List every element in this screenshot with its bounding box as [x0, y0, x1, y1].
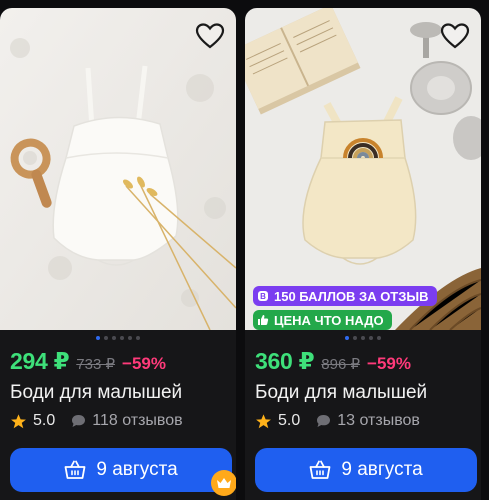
- pager-dot[interactable]: [369, 336, 373, 340]
- pager-dot[interactable]: [128, 336, 132, 340]
- image-pager-2: [245, 336, 481, 344]
- old-price: 733 ₽: [76, 356, 116, 373]
- points-badge: B 150 БАЛЛОВ ЗА ОТЗЫВ: [253, 286, 437, 306]
- pager-dot[interactable]: [136, 336, 140, 340]
- heart-outline-icon: [195, 23, 225, 49]
- reviews-count[interactable]: 13 отзывов: [316, 412, 420, 430]
- image-pager-1: [0, 336, 236, 344]
- price-row-1: 294 ₽ 733 ₽ −59%: [10, 348, 166, 375]
- add-to-cart-button-1[interactable]: 9 августа: [10, 448, 232, 492]
- rating-value: 5.0: [278, 412, 301, 429]
- current-price: 294 ₽: [10, 348, 70, 374]
- delivery-date: 9 августа: [341, 459, 423, 480]
- star-icon: [11, 413, 26, 428]
- rating-row-1: 5.0 118 отзывов: [10, 412, 183, 430]
- pager-dot[interactable]: [96, 336, 100, 340]
- product-image-2[interactable]: [245, 8, 481, 330]
- reviews-count[interactable]: 118 отзывов: [71, 412, 183, 430]
- price-row-2: 360 ₽ 896 ₽ −59%: [255, 348, 411, 375]
- heart-outline-icon: [440, 23, 470, 49]
- pager-dot[interactable]: [112, 336, 116, 340]
- points-icon: B: [258, 291, 268, 301]
- discount-label: −59%: [122, 354, 166, 373]
- basket-icon: [64, 460, 86, 479]
- favorite-button-1[interactable]: [194, 20, 226, 52]
- rating-row-2: 5.0 13 отзывов: [255, 412, 420, 430]
- product-card-2[interactable]: B 150 БАЛЛОВ ЗА ОТЗЫВ ЦЕНА ЧТО НАДО 360 …: [245, 8, 481, 500]
- discount-label: −59%: [367, 354, 411, 373]
- price-badge-label: ЦЕНА ЧТО НАДО: [274, 312, 384, 328]
- points-badge-label: 150 БАЛЛОВ ЗА ОТЗЫВ: [274, 288, 429, 304]
- svg-text:B: B: [260, 292, 266, 301]
- pager-dot[interactable]: [345, 336, 349, 340]
- pager-dot[interactable]: [104, 336, 108, 340]
- add-to-cart-button-2[interactable]: 9 августа: [255, 448, 477, 492]
- pager-dot[interactable]: [120, 336, 124, 340]
- price-badge: ЦЕНА ЧТО НАДО: [253, 310, 392, 330]
- star-icon: [256, 413, 271, 428]
- pager-dot[interactable]: [353, 336, 357, 340]
- current-price: 360 ₽: [255, 348, 315, 374]
- pager-dot[interactable]: [361, 336, 365, 340]
- pager-dot[interactable]: [377, 336, 381, 340]
- crown-icon: [217, 478, 231, 488]
- rating-value: 5.0: [33, 412, 56, 429]
- product-title-1[interactable]: Боди для малышей: [10, 382, 182, 404]
- premium-crown-badge: [211, 470, 236, 496]
- delivery-date: 9 августа: [96, 459, 178, 480]
- comment-icon: [72, 415, 86, 427]
- basket-icon: [309, 460, 331, 479]
- product-card-1[interactable]: 294 ₽ 733 ₽ −59% Боди для малышей 5.0 11…: [0, 8, 236, 500]
- product-image-1[interactable]: [0, 8, 236, 330]
- favorite-button-2[interactable]: [439, 20, 471, 52]
- old-price: 896 ₽: [321, 356, 361, 373]
- reviews-label: 118 отзывов: [92, 412, 183, 429]
- thumbs-up-icon: [258, 315, 269, 325]
- product-title-2[interactable]: Боди для малышей: [255, 382, 427, 404]
- comment-icon: [317, 415, 331, 427]
- reviews-label: 13 отзывов: [337, 412, 420, 429]
